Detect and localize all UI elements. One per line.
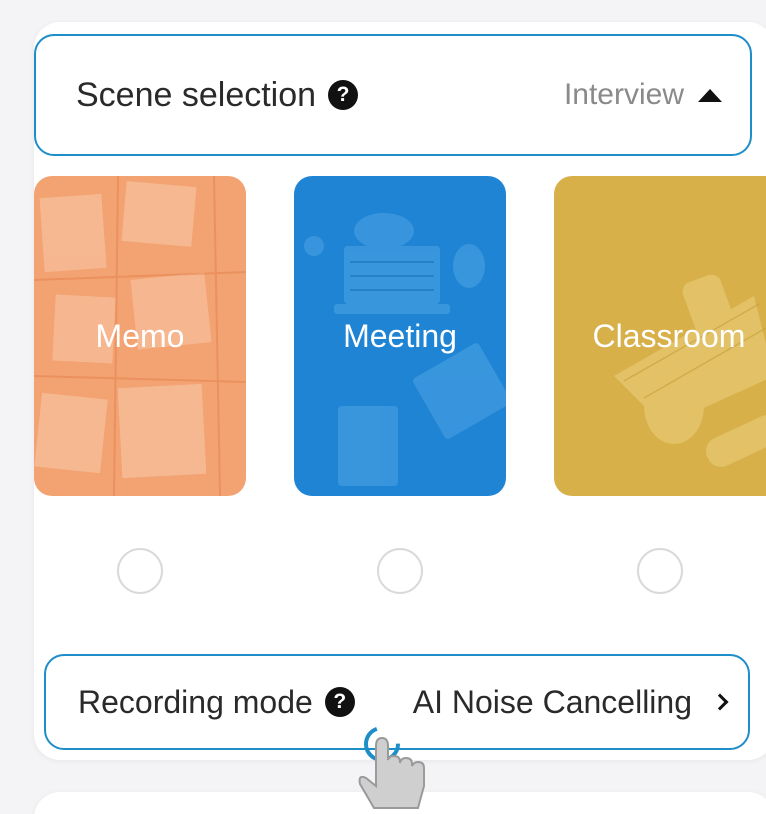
scene-selection-row[interactable]: Scene selection ? Interview	[34, 34, 752, 156]
scene-card-meeting[interactable]: Meeting	[294, 176, 506, 496]
scene-card-memo[interactable]: Memo	[34, 176, 246, 496]
recording-mode-label: Recording mode	[78, 683, 313, 720]
tap-hand-icon	[358, 726, 425, 809]
scene-selection-label: Scene selection	[76, 75, 317, 114]
recording-mode-value: AI Noise Cancelling	[412, 683, 692, 720]
question-circle-icon[interactable]: ?	[328, 80, 359, 110]
scene-selection-value: Interview	[563, 78, 684, 111]
scene-name-classroom: Classroom	[592, 317, 746, 354]
scene-name-memo: Memo	[95, 317, 185, 354]
scene-radio-classroom[interactable]	[637, 548, 683, 594]
scene-radio-meeting[interactable]	[377, 548, 423, 594]
scene-card-classroom[interactable]: Classroom	[554, 176, 766, 496]
caret-up-icon	[698, 88, 722, 102]
scene-radio-memo[interactable]	[117, 548, 163, 594]
question-circle-icon[interactable]: ?	[324, 687, 355, 717]
scene-name-meeting: Meeting	[343, 317, 457, 354]
chevron-right-icon	[711, 693, 729, 711]
